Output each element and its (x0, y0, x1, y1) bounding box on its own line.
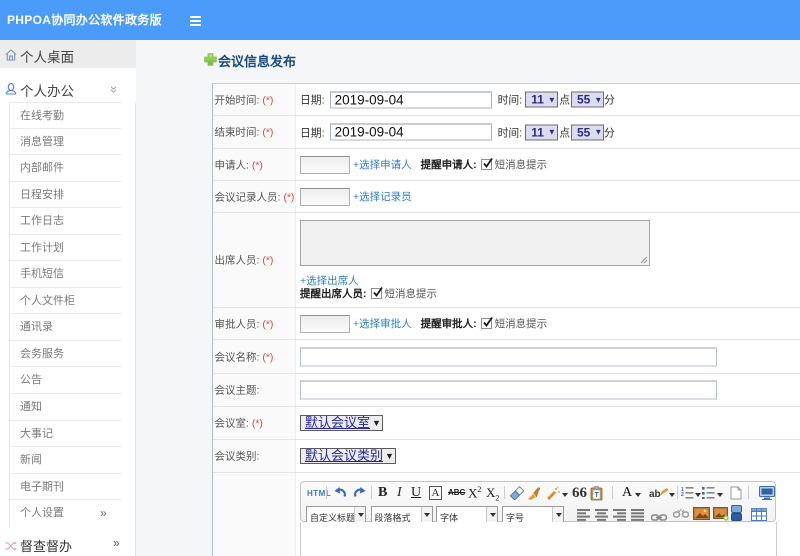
svg-text:T: T (595, 492, 600, 499)
svg-text:2: 2 (681, 492, 684, 498)
